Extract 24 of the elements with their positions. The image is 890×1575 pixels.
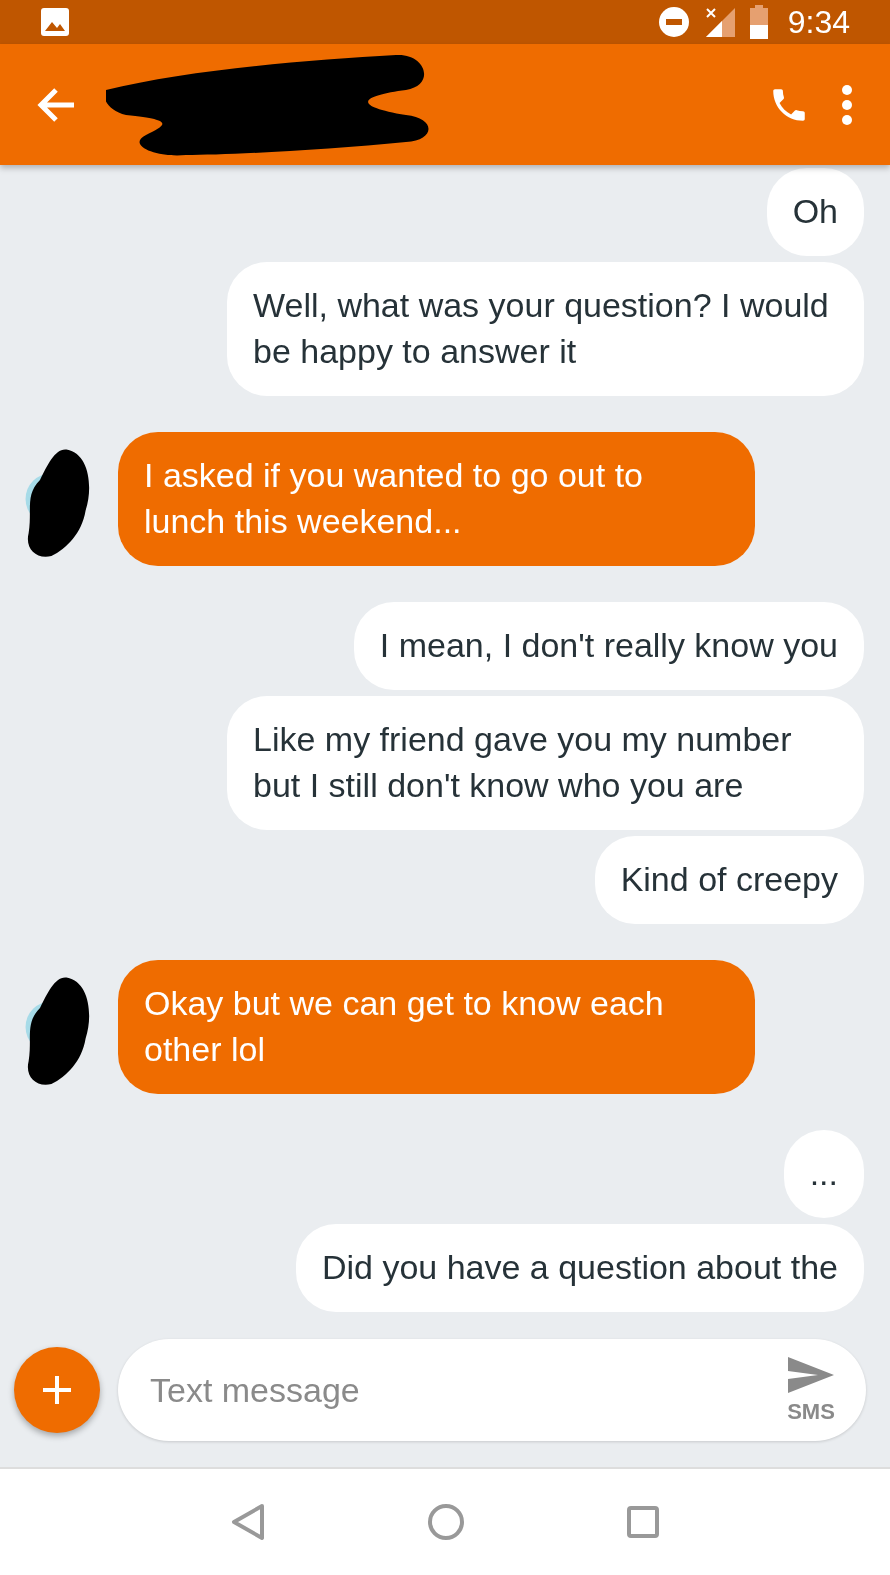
back-nav-icon[interactable] bbox=[230, 1502, 267, 1542]
message-bubble: ... bbox=[783, 1130, 864, 1218]
image-icon bbox=[40, 7, 70, 37]
message-bubble: I asked if you wanted to go out to lunch this weekend... bbox=[118, 432, 755, 566]
message-bubble: Well, what was your question? I would be happy to answer it bbox=[227, 262, 864, 396]
message-bubble: Okay but we can get to know each other lol bbox=[118, 960, 755, 1094]
message-input-field[interactable]: Text message SMS bbox=[118, 1339, 866, 1441]
more-options-icon[interactable] bbox=[840, 83, 854, 126]
message-bubble: Kind of creepy bbox=[594, 836, 864, 924]
clock-time: 9:34 bbox=[787, 3, 850, 41]
message-bubble: Like my friend gave you my number but I still don't know who you are bbox=[227, 696, 864, 830]
message-bubble: Oh bbox=[766, 168, 864, 256]
recents-nav-icon[interactable] bbox=[625, 1505, 660, 1539]
back-arrow-icon[interactable] bbox=[36, 86, 76, 123]
message-bubble: I mean, I don't really know you bbox=[353, 602, 864, 690]
home-nav-icon[interactable] bbox=[427, 1503, 465, 1541]
send-icon bbox=[786, 1355, 836, 1395]
add-attachment-button[interactable] bbox=[14, 1347, 100, 1433]
do-not-disturb-icon bbox=[657, 6, 690, 38]
battery-icon bbox=[749, 5, 768, 39]
signal-icon bbox=[703, 6, 736, 38]
send-sms-button[interactable]: SMS bbox=[786, 1355, 836, 1425]
plus-icon bbox=[40, 1373, 74, 1407]
message-bubble: Did you have a question about the bbox=[295, 1224, 864, 1312]
